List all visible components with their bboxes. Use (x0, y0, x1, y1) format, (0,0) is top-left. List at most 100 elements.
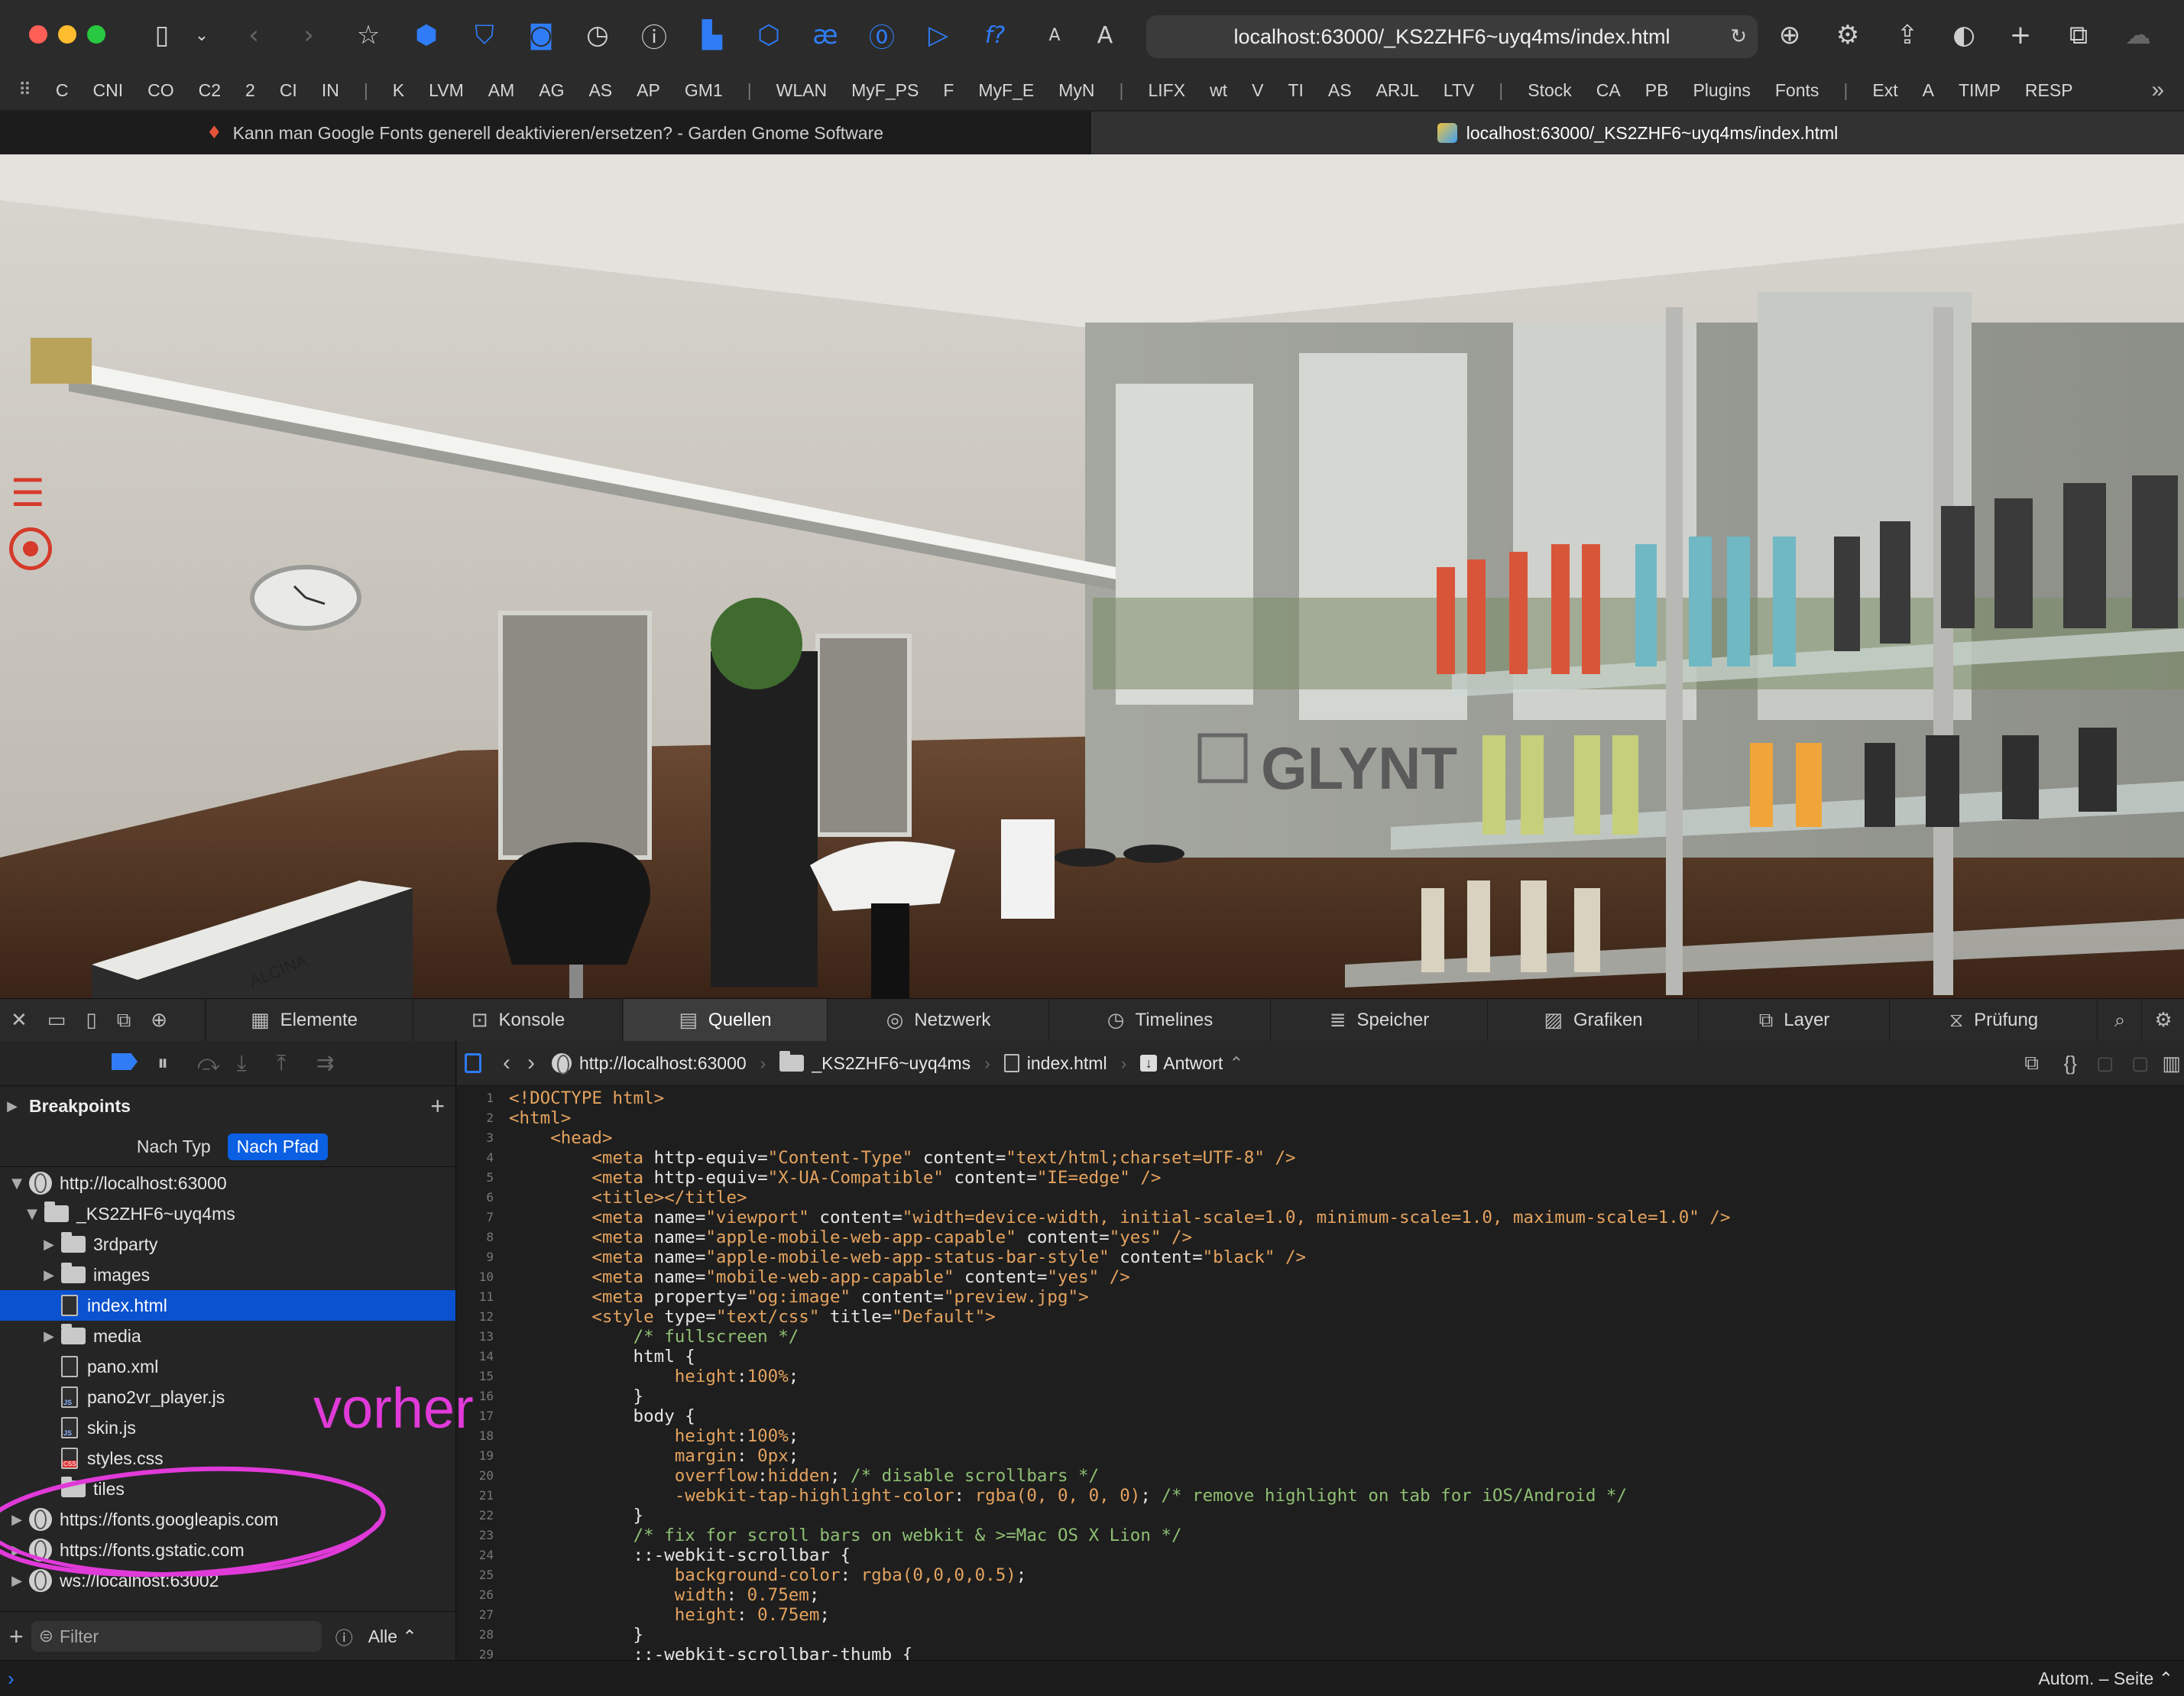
bookmark-extension-icon[interactable]: ▙ (692, 15, 732, 55)
line-number[interactable]: 27 (457, 1605, 503, 1625)
function-extension-icon[interactable]: f? (975, 15, 1015, 55)
favorite-item[interactable]: TIMP (1959, 80, 2001, 101)
favorite-item[interactable]: LIFX (1148, 80, 1185, 101)
disclosure-right-icon[interactable]: ▶ (41, 1267, 57, 1283)
line-number[interactable]: 19 (457, 1446, 503, 1466)
response-mode-selector[interactable]: ↓ Antwort ⌃ (1140, 1053, 1244, 1074)
tab-speicher[interactable]: ≣ Speicher (1272, 999, 1488, 1042)
favorite-item[interactable]: C (56, 80, 69, 101)
favorite-item[interactable]: K (393, 80, 404, 101)
line-number[interactable]: 26 (457, 1585, 503, 1605)
star-icon[interactable]: ☆ (348, 15, 388, 55)
password-extension-icon[interactable]: ⓪ (862, 15, 902, 55)
favorite-item[interactable]: CNI (92, 80, 123, 101)
navigator-toggle-icon[interactable] (465, 1053, 481, 1073)
favorite-item[interactable]: MyF_E (978, 80, 1034, 101)
sidebar-icon[interactable]: ▯ (142, 15, 182, 55)
step-out-icon[interactable]: ⤒ (277, 1050, 286, 1076)
line-number[interactable]: 4 (457, 1148, 503, 1168)
favorite-item[interactable]: RESP (2025, 80, 2073, 101)
minimize-window-button[interactable] (58, 25, 76, 44)
tab-overview-icon[interactable]: ⧉ (2059, 15, 2098, 55)
favorite-item[interactable]: ARJL (1376, 80, 1419, 101)
play-icon[interactable]: ▷ (919, 15, 958, 55)
download-icon[interactable]: ⊕ (1770, 15, 1810, 55)
favorite-item[interactable]: Ext (1872, 80, 1897, 101)
favorite-item[interactable]: MyF_PS (851, 80, 919, 101)
forward-icon[interactable]: › (289, 15, 329, 55)
tab-grafiken[interactable]: ▨ Grafiken (1489, 999, 1699, 1042)
line-number[interactable]: 23 (457, 1526, 503, 1545)
line-number[interactable]: 22 (457, 1506, 503, 1526)
favorite-item[interactable]: PB (1645, 80, 1669, 101)
tree-item[interactable]: index.html (0, 1290, 455, 1321)
tab-quellen[interactable]: ▤ Quellen (624, 999, 828, 1042)
step-over-icon[interactable]: ⤼ (197, 1050, 220, 1076)
tree-item[interactable]: ▼ http://localhost:63000 (0, 1168, 455, 1198)
coverage-icon[interactable]: ▢ (2131, 1052, 2149, 1075)
tree-item[interactable]: ▶ media (0, 1321, 455, 1351)
pretty-print-icon[interactable]: {} (2064, 1052, 2077, 1075)
breakpoints-toggle-icon[interactable] (112, 1053, 138, 1070)
tree-item[interactable]: ▶ 3rdparty (0, 1229, 455, 1260)
clock-icon[interactable]: ◷ (578, 15, 617, 55)
tab-pruefung[interactable]: ⧖ Prüfung (1891, 999, 2098, 1042)
console-prompt-bar[interactable]: › Autom. – Seite ⌃ (0, 1660, 2184, 1696)
tab-layer[interactable]: ⧉ Layer (1700, 999, 1890, 1042)
favorite-item[interactable]: IN (322, 80, 339, 101)
forward-icon[interactable]: › (527, 1050, 535, 1076)
back-icon[interactable]: ‹ (503, 1050, 510, 1076)
copy-icon[interactable]: ⧉ (2024, 1051, 2039, 1075)
line-number[interactable]: 28 (457, 1625, 503, 1645)
line-number[interactable]: 2 (457, 1108, 503, 1128)
line-number[interactable]: 14 (457, 1347, 503, 1367)
favorites-overflow-icon[interactable]: » (2151, 77, 2164, 103)
favorite-item[interactable]: CA (1596, 80, 1621, 101)
line-number[interactable]: 12 (457, 1307, 503, 1327)
chevron-down-icon[interactable]: ⌄ (182, 15, 222, 55)
favorite-item[interactable]: CO (147, 80, 174, 101)
dock-right-icon[interactable]: ▯ (86, 1009, 96, 1032)
favorite-item[interactable]: V (1252, 80, 1263, 101)
menu-collapse-icon[interactable]: ☰ (11, 474, 57, 512)
tab-garden-gnome[interactable]: ♦ Kann man Google Fonts generell deaktiv… (0, 112, 1090, 154)
cloud-icon[interactable]: ☁ (2118, 15, 2158, 55)
sort-by-type-button[interactable]: Nach Typ (128, 1133, 220, 1160)
execution-context-selector[interactable]: Autom. – Seite ⌃ (2038, 1668, 2173, 1689)
target-icon[interactable] (9, 527, 52, 570)
favorite-item[interactable]: F (943, 80, 954, 101)
step-icon[interactable]: ⇉ (316, 1050, 334, 1075)
undock-icon[interactable]: ⧉ (117, 1009, 131, 1033)
scope-selector[interactable]: Alle ⌃ (368, 1626, 417, 1647)
add-resource-icon[interactable]: + (9, 1623, 24, 1651)
breakpoints-header[interactable]: ▶ Breakpoints + (0, 1085, 455, 1127)
favorite-item[interactable]: AG (539, 80, 564, 101)
add-breakpoint-icon[interactable]: + (430, 1092, 445, 1120)
favorite-item[interactable]: TI (1288, 80, 1303, 101)
favorite-item[interactable]: A (1923, 80, 1934, 101)
back-icon[interactable]: ‹ (234, 15, 274, 55)
line-number[interactable]: 8 (457, 1227, 503, 1247)
favorite-item[interactable]: Fonts (1775, 80, 1819, 101)
warning-filter-icon[interactable]: ⓘ (335, 1623, 353, 1649)
tree-item[interactable]: ▼ _KS2ZHF6~uyq4ms (0, 1198, 455, 1229)
settings-gear-icon[interactable]: ⚙ (2143, 999, 2184, 1042)
tab-elemente[interactable]: ▦ Elemente (196, 999, 413, 1042)
path-folder[interactable]: _KS2ZHF6~uyq4ms (779, 1051, 970, 1074)
line-number[interactable]: 6 (457, 1188, 503, 1208)
line-number[interactable]: 25 (457, 1565, 503, 1585)
line-number[interactable]: 20 (457, 1466, 503, 1486)
tab-localhost[interactable]: localhost:63000/_KS2ZHF6~uyq4ms/index.ht… (1091, 112, 2184, 154)
favorite-item[interactable]: LVM (429, 80, 464, 101)
shield-blue-icon[interactable]: ⬢ (407, 15, 446, 55)
favorite-item[interactable]: AP (637, 80, 660, 101)
favorite-item[interactable]: WLAN (776, 80, 827, 101)
disclosure-right-icon[interactable]: ▶ (41, 1237, 57, 1253)
ae-extension-icon[interactable]: æ (805, 15, 845, 55)
favorite-item[interactable]: MyN (1058, 80, 1094, 101)
gear-icon[interactable]: ⚙ (1828, 15, 1868, 55)
line-number[interactable]: 10 (457, 1267, 503, 1287)
close-window-button[interactable] (29, 25, 47, 44)
inspect-icon[interactable]: ⊕ (151, 1009, 167, 1032)
cube-icon[interactable]: ⬡ (749, 15, 789, 55)
